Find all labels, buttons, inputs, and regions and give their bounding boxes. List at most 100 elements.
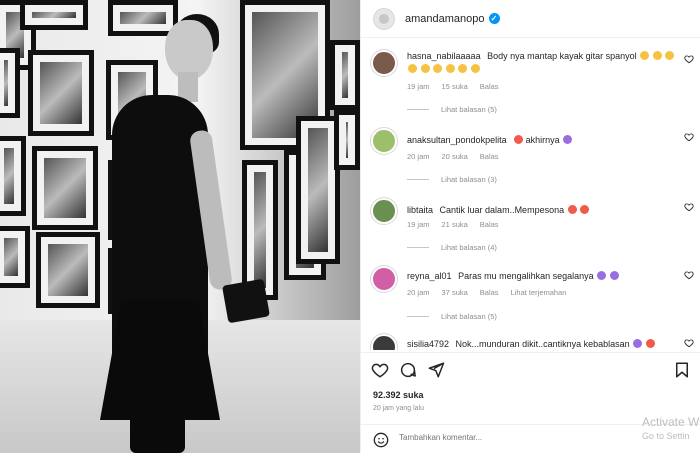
photo-frame <box>334 110 360 170</box>
emoji-icon <box>652 51 662 60</box>
post-time: 20 jam yang lalu <box>373 405 424 412</box>
translate-button[interactable]: Lihat terjemahan <box>511 288 567 297</box>
comment-item: anaksultan_pondokpelita akhirnya 20 jam … <box>371 128 696 188</box>
view-replies-label: Lihat balasan (4) <box>441 243 497 252</box>
comment-avatar[interactable] <box>371 334 397 350</box>
view-replies-button[interactable]: Lihat balasan (5) <box>407 312 497 321</box>
emoji-icon <box>640 51 650 60</box>
photo-frame <box>28 50 94 136</box>
comment-body: Body nya mantap kayak gitar spanyol <box>487 51 637 61</box>
smile-icon[interactable] <box>373 432 389 448</box>
comment-time: 20 jam <box>407 152 430 161</box>
comment-username[interactable]: hasna_nabilaaaaa <box>407 51 481 61</box>
view-replies-label: Lihat balasan (3) <box>441 175 497 184</box>
photo-frame <box>0 48 20 118</box>
comment-time: 19 jam <box>407 220 430 229</box>
bookmark-icon[interactable] <box>673 361 691 379</box>
comment-icon[interactable] <box>399 361 417 379</box>
comment-body: Paras mu mengalihkan segalanya <box>458 271 594 281</box>
share-icon[interactable] <box>427 361 445 379</box>
comment-body: Nok...munduran dikit..cantiknya kebablas… <box>455 339 630 349</box>
post-header: amandamanopo ✓ <box>361 0 700 38</box>
emoji-icon <box>445 64 455 73</box>
comment-text: libtaita Cantik luar dalam..Mempesona <box>407 204 677 217</box>
black-handbag <box>222 278 270 324</box>
photo-frame <box>36 232 100 308</box>
photo-frame <box>0 226 30 288</box>
comment-item: sisilia4792 Nok...munduran dikit..cantik… <box>371 334 696 350</box>
heart-icon[interactable] <box>684 54 694 64</box>
reply-button[interactable]: Balas <box>480 152 499 161</box>
comment-body: Cantik luar dalam..Mempesona <box>439 205 565 215</box>
heart-icon[interactable] <box>684 132 694 142</box>
photo-frame <box>330 40 360 110</box>
view-replies-button[interactable]: Lihat balasan (5) <box>407 105 497 114</box>
purple-heart-emoji-icon <box>633 339 643 348</box>
view-replies-button[interactable]: Lihat balasan (3) <box>407 175 497 184</box>
heart-eyes-emoji-icon <box>645 339 655 348</box>
heart-icon[interactable] <box>684 270 694 280</box>
comment-avatar[interactable] <box>371 266 397 292</box>
comment-item: libtaita Cantik luar dalam..Mempesona 19… <box>371 198 696 258</box>
post-photo[interactable] <box>0 0 360 453</box>
comment-username[interactable]: anaksultan_pondokpelita <box>407 135 507 145</box>
emoji-icon <box>665 51 675 60</box>
view-replies-label: Lihat balasan (5) <box>441 312 497 321</box>
purple-heart-emoji-icon <box>597 271 607 280</box>
comment-body: akhirnya <box>525 135 560 145</box>
heart-icon[interactable] <box>684 338 694 348</box>
comment-username[interactable]: reyna_al01 <box>407 271 452 281</box>
emoji-icon <box>420 64 430 73</box>
user-placeholder-icon <box>379 13 389 24</box>
heart-icon[interactable] <box>371 361 389 379</box>
photo-frame <box>0 136 26 216</box>
heart-eyes-emoji-icon <box>514 135 524 144</box>
comment-meta: 19 jam 21 suka Balas <box>407 220 499 229</box>
comments-list[interactable]: hasna_nabilaaaaa Body nya mantap kayak g… <box>361 38 700 350</box>
comment-likes[interactable]: 21 suka <box>442 220 468 229</box>
comment-time: 19 jam <box>407 82 430 91</box>
reply-button[interactable]: Balas <box>480 82 499 91</box>
comment-item: reyna_al01 Paras mu mengalihkan segalany… <box>371 266 696 332</box>
emoji-icon <box>470 64 480 73</box>
heart-eyes-emoji-icon <box>567 205 577 214</box>
comment-avatar[interactable] <box>371 128 397 154</box>
comment-input[interactable] <box>399 433 639 442</box>
comment-likes[interactable]: 15 suka <box>442 82 468 91</box>
black-boots <box>130 400 185 453</box>
reply-button[interactable]: Balas <box>480 220 499 229</box>
comment-item: hasna_nabilaaaaa Body nya mantap kayak g… <box>371 50 696 120</box>
comment-avatar[interactable] <box>371 198 397 224</box>
replies-divider <box>407 109 429 110</box>
emoji-icon <box>408 64 417 73</box>
view-replies-label: Lihat balasan (5) <box>441 105 497 114</box>
post-username[interactable]: amandamanopo <box>405 13 485 25</box>
post-actions <box>361 352 700 386</box>
comment-likes[interactable]: 37 suka <box>442 288 468 297</box>
comment-username[interactable]: sisilia4792 <box>407 339 449 349</box>
view-replies-button[interactable]: Lihat balasan (4) <box>407 243 497 252</box>
comment-time: 20 jam <box>407 288 430 297</box>
woman-head <box>165 20 213 80</box>
verified-icon: ✓ <box>488 13 500 24</box>
comment-likes[interactable]: 20 suka <box>442 152 468 161</box>
heart-icon[interactable] <box>684 202 694 212</box>
comment-text: sisilia4792 Nok...munduran dikit..cantik… <box>407 338 677 350</box>
reply-button[interactable]: Balas <box>480 288 499 297</box>
purple-heart-emoji-icon <box>563 135 573 144</box>
photo-frame <box>108 0 178 36</box>
watermark-line1: Activate W <box>642 415 700 429</box>
comment-avatar[interactable] <box>371 50 397 76</box>
emoji-icon <box>433 64 443 73</box>
windows-activation-watermark: Activate W Go to Settin <box>642 415 699 443</box>
avatar[interactable] <box>373 7 395 30</box>
photo-frame <box>32 146 98 230</box>
photo-frame <box>20 0 88 30</box>
comment-text: reyna_al01 Paras mu mengalihkan segalany… <box>407 270 677 283</box>
likes-count[interactable]: 92.392 suka <box>373 390 424 400</box>
comment-meta: 20 jam 20 suka Balas <box>407 152 499 161</box>
replies-divider <box>407 247 429 248</box>
post-side-panel: amandamanopo ✓ hasna_nabilaaaaa Body nya… <box>360 0 700 453</box>
comment-meta: 20 jam 37 suka Balas Lihat terjemahan <box>407 288 566 297</box>
comment-username[interactable]: libtaita <box>407 205 433 215</box>
